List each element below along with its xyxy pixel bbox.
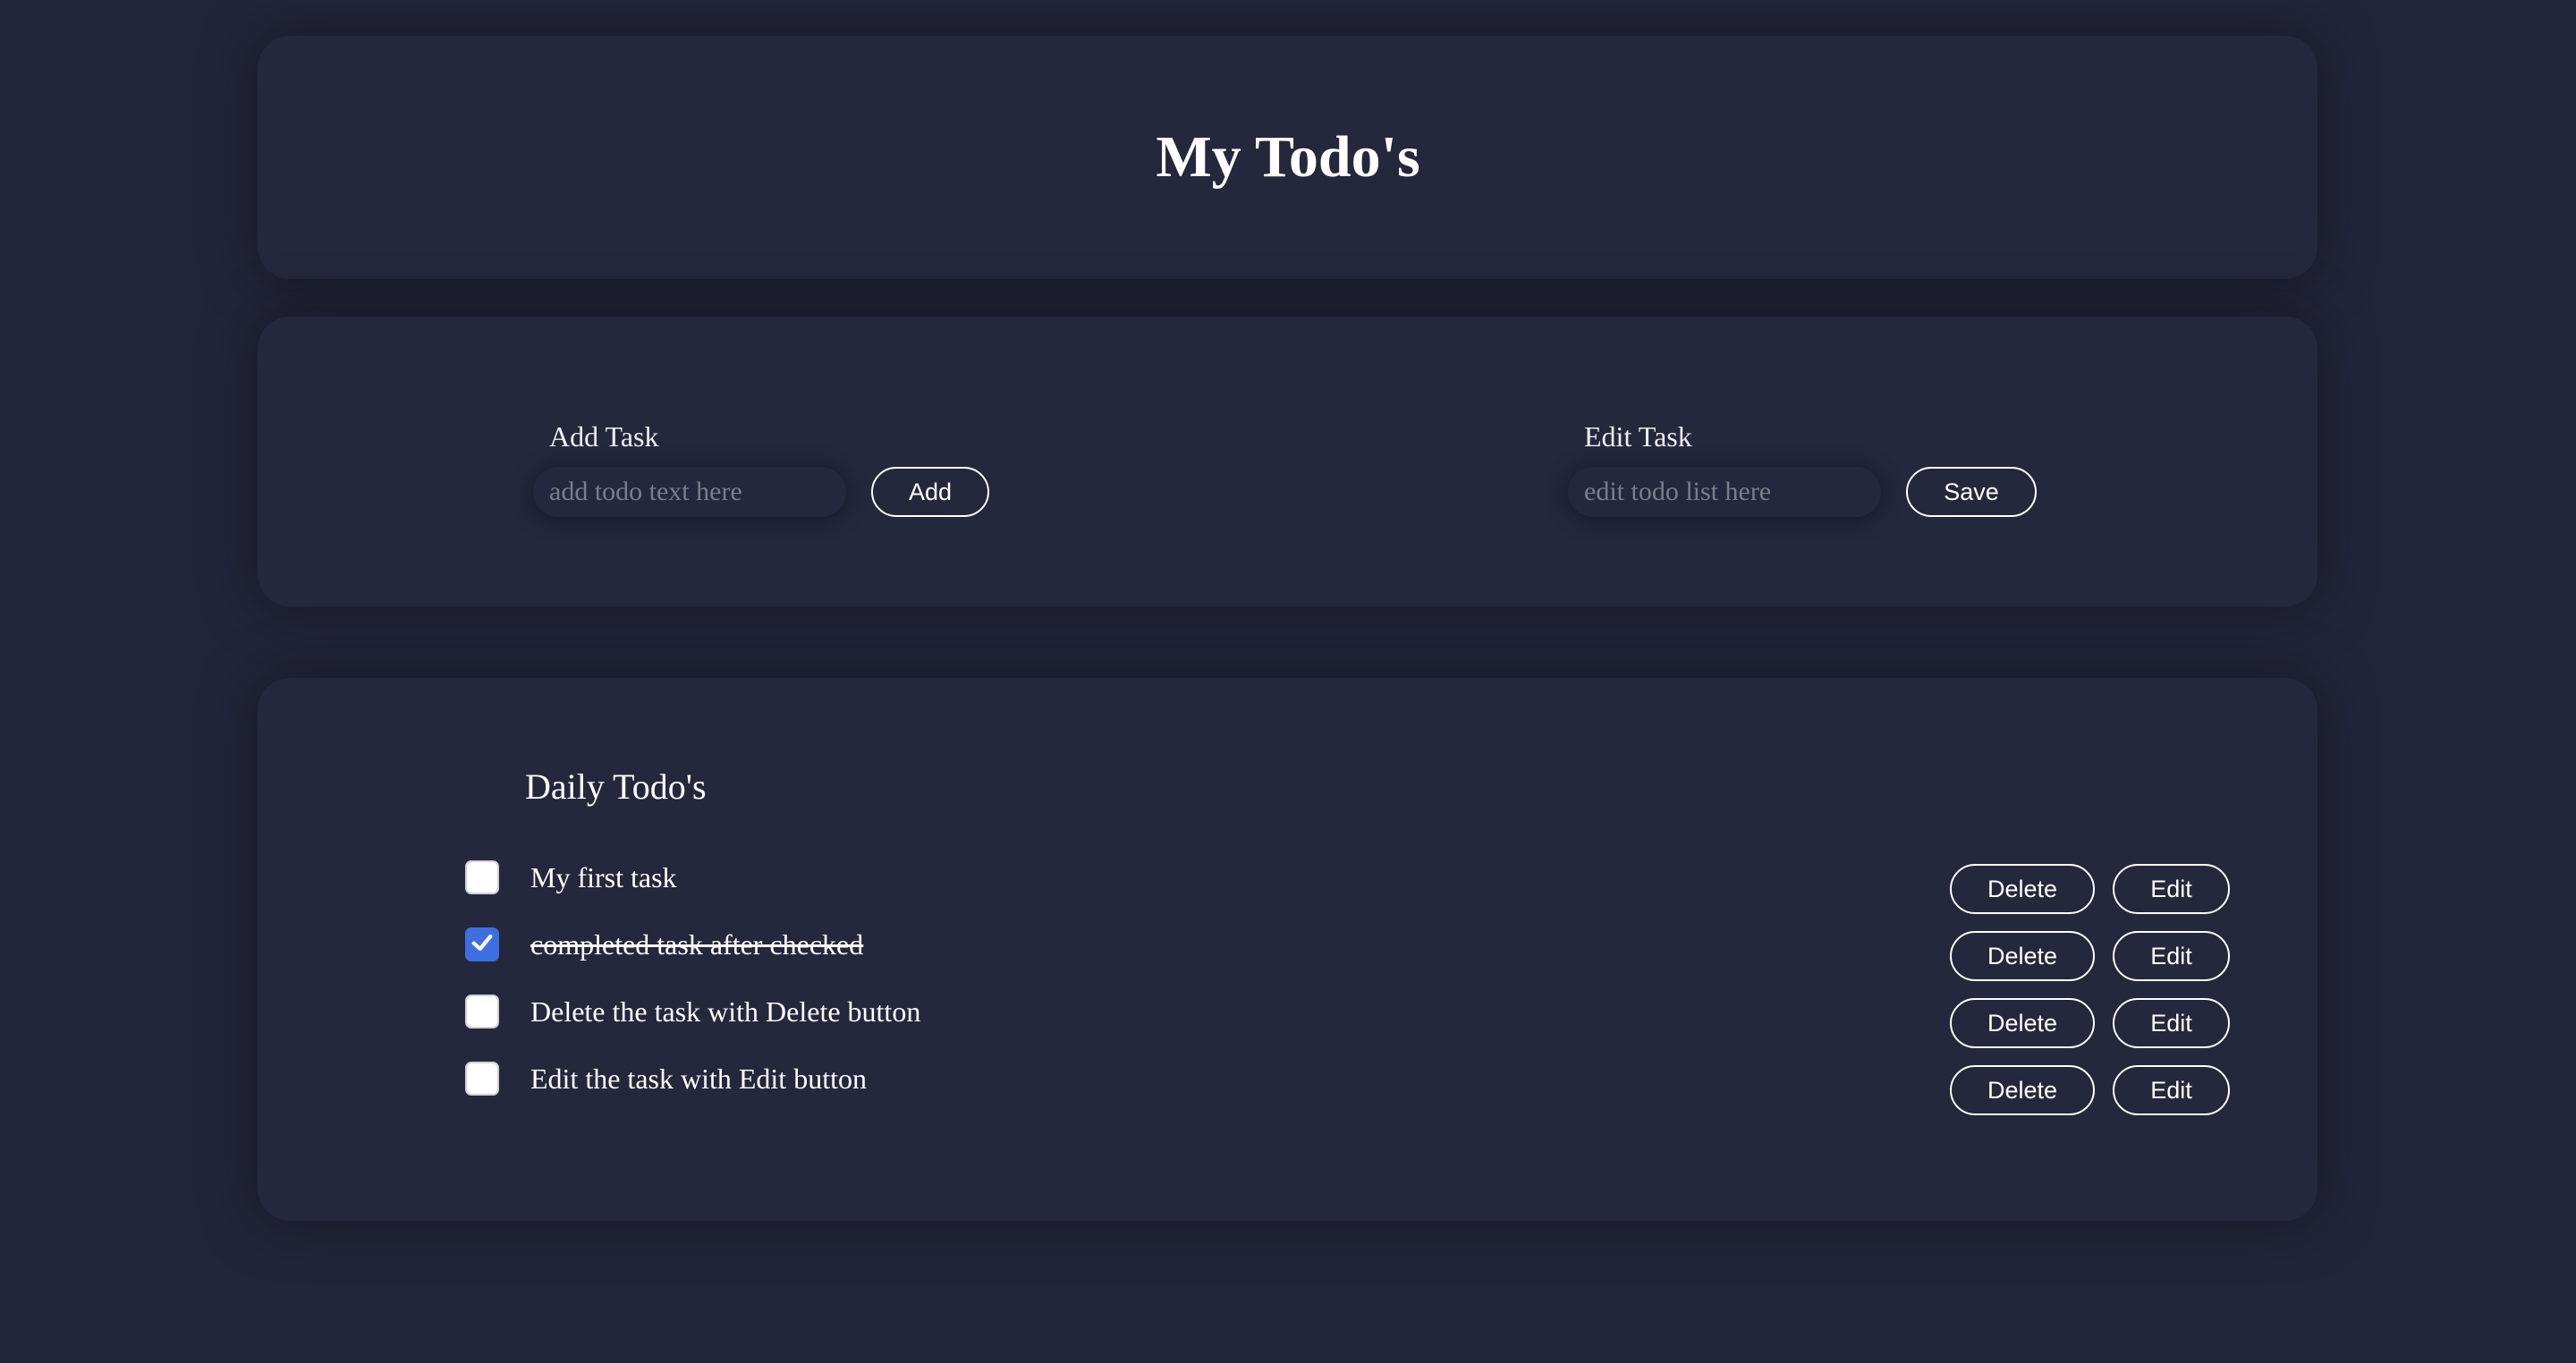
- save-button[interactable]: Save: [1906, 467, 2037, 517]
- delete-button[interactable]: Delete: [1950, 998, 2095, 1048]
- add-task-input[interactable]: [533, 467, 846, 517]
- add-task-form: Add Task Add: [533, 420, 989, 517]
- edit-task-form: Edit Task Save: [1568, 420, 2037, 517]
- edit-button[interactable]: Edit: [2113, 1065, 2230, 1115]
- todo-text: Delete the task with Delete button: [530, 995, 921, 1028]
- add-task-label: Add Task: [549, 420, 659, 453]
- todo-text: Edit the task with Edit button: [530, 1062, 867, 1095]
- edit-button[interactable]: Edit: [2113, 864, 2230, 914]
- edit-task-label: Edit Task: [1584, 420, 1692, 453]
- todo-actions: Delete Edit: [1950, 931, 2230, 981]
- delete-button[interactable]: Delete: [1950, 931, 2095, 981]
- page-title: My Todo's: [1156, 124, 1420, 190]
- todo-checkbox[interactable]: [465, 995, 499, 1029]
- add-button[interactable]: Add: [871, 467, 989, 517]
- todo-actions: Delete Edit: [1950, 864, 2230, 914]
- edit-task-row: Save: [1568, 467, 2037, 517]
- edit-button[interactable]: Edit: [2113, 998, 2230, 1048]
- checkmark-icon: [471, 934, 493, 952]
- todo-item: My first task Delete Edit: [465, 855, 2230, 922]
- todo-checkbox[interactable]: [465, 1062, 499, 1096]
- todo-actions: Delete Edit: [1950, 1065, 2230, 1115]
- todo-list-title: Daily Todo's: [525, 766, 707, 807]
- todo-item: Delete the task with Delete button Delet…: [465, 989, 2230, 1056]
- todo-item: completed task after checked Delete Edit: [465, 922, 2230, 989]
- todo-list: My first task Delete Edit completed task…: [465, 855, 2230, 1123]
- todo-text: completed task after checked: [530, 928, 864, 961]
- todo-actions: Delete Edit: [1950, 998, 2230, 1048]
- delete-button[interactable]: Delete: [1950, 1065, 2095, 1115]
- todo-item: Edit the task with Edit button Delete Ed…: [465, 1056, 2230, 1123]
- todo-checkbox[interactable]: [465, 860, 499, 894]
- delete-button[interactable]: Delete: [1950, 864, 2095, 914]
- edit-button[interactable]: Edit: [2113, 931, 2230, 981]
- add-task-row: Add: [533, 467, 989, 517]
- edit-task-input[interactable]: [1568, 467, 1881, 517]
- todo-text: My first task: [530, 861, 677, 893]
- todo-checkbox[interactable]: [465, 927, 499, 961]
